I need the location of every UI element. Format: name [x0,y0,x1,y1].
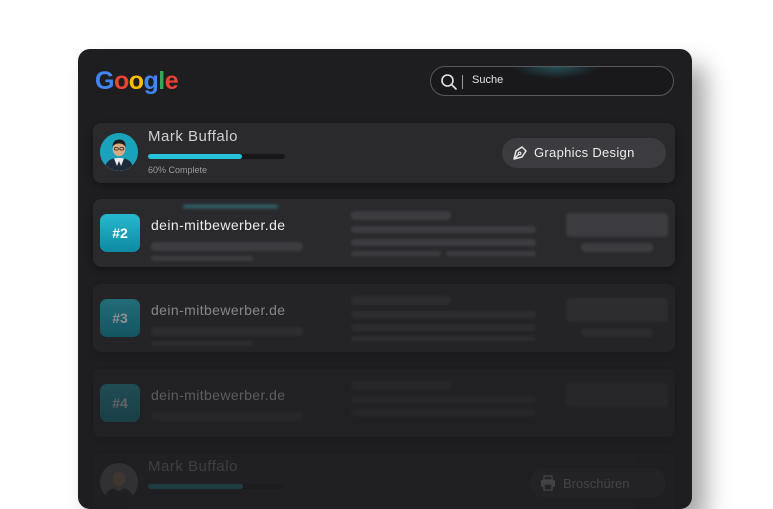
blurred-content [93,284,675,352]
result-card[interactable]: #4 dein-mitbewerber.de [93,369,675,437]
logo-letter: g [143,67,159,95]
logo-letter: o [113,67,129,95]
result-card[interactable]: #2 dein-mitbewerber.de [93,199,675,267]
progress-fill [148,484,243,489]
placeholder-bar [351,226,536,233]
google-logo: Google [95,66,179,96]
search-icon[interactable] [440,73,458,91]
category-tag-label: Broschüren [563,476,630,491]
placeholder-bar [351,381,451,390]
profile-name: Mark Buffalo [148,128,238,145]
placeholder-block [566,383,668,407]
blurred-content [93,199,675,267]
logo-letter: e [164,67,179,95]
profile-card[interactable]: Mark Buffalo 60% Complete Graphics Desig… [93,123,675,183]
profile-name: Mark Buffalo [148,458,238,475]
placeholder-bar [351,296,451,305]
text-cursor [462,75,463,89]
category-tag-label: Graphics Design [534,145,635,160]
placeholder-block [566,213,668,237]
placeholder-bar [351,336,536,341]
result-card[interactable]: #3 dein-mitbewerber.de [93,284,675,352]
placeholder-bar [351,211,451,220]
placeholder-bar [151,341,253,346]
progress-bar [148,154,285,159]
search-value[interactable]: Suche [472,74,503,86]
avatar [100,133,138,171]
placeholder-bar [351,324,536,331]
pen-tool-icon [513,146,527,160]
placeholder-bar [581,243,653,252]
placeholder-bar [151,256,253,261]
placeholder-bar [151,242,303,251]
avatar [100,463,138,501]
app-panel: Google Suche Mark Buffalo 60% Complete G… [78,49,692,509]
blurred-content [93,369,675,437]
search-input[interactable]: Suche [430,66,674,96]
person-avatar-icon [100,463,138,501]
progress-bar [148,484,285,489]
placeholder-bar [351,409,536,416]
placeholder-bar [351,251,441,256]
placeholder-bar [351,396,536,403]
printer-icon [541,475,555,491]
placeholder-bar [446,251,536,256]
placeholder-bar [151,327,303,336]
progress-label: 60% Complete [148,165,208,175]
placeholder-bar [151,412,303,421]
progress-fill [148,154,243,159]
profile-card[interactable]: Mark Buffalo Broschüren [93,453,675,509]
category-tag-button[interactable]: Broschüren [530,468,666,498]
placeholder-bar [581,328,653,337]
person-avatar-icon [100,133,138,171]
category-tag-button[interactable]: Graphics Design [502,138,666,168]
placeholder-bar [351,239,536,246]
logo-letter: o [128,67,144,95]
logo-letter: G [95,67,114,95]
placeholder-bar [351,311,536,318]
placeholder-block [566,298,668,322]
search-glow [511,67,601,79]
